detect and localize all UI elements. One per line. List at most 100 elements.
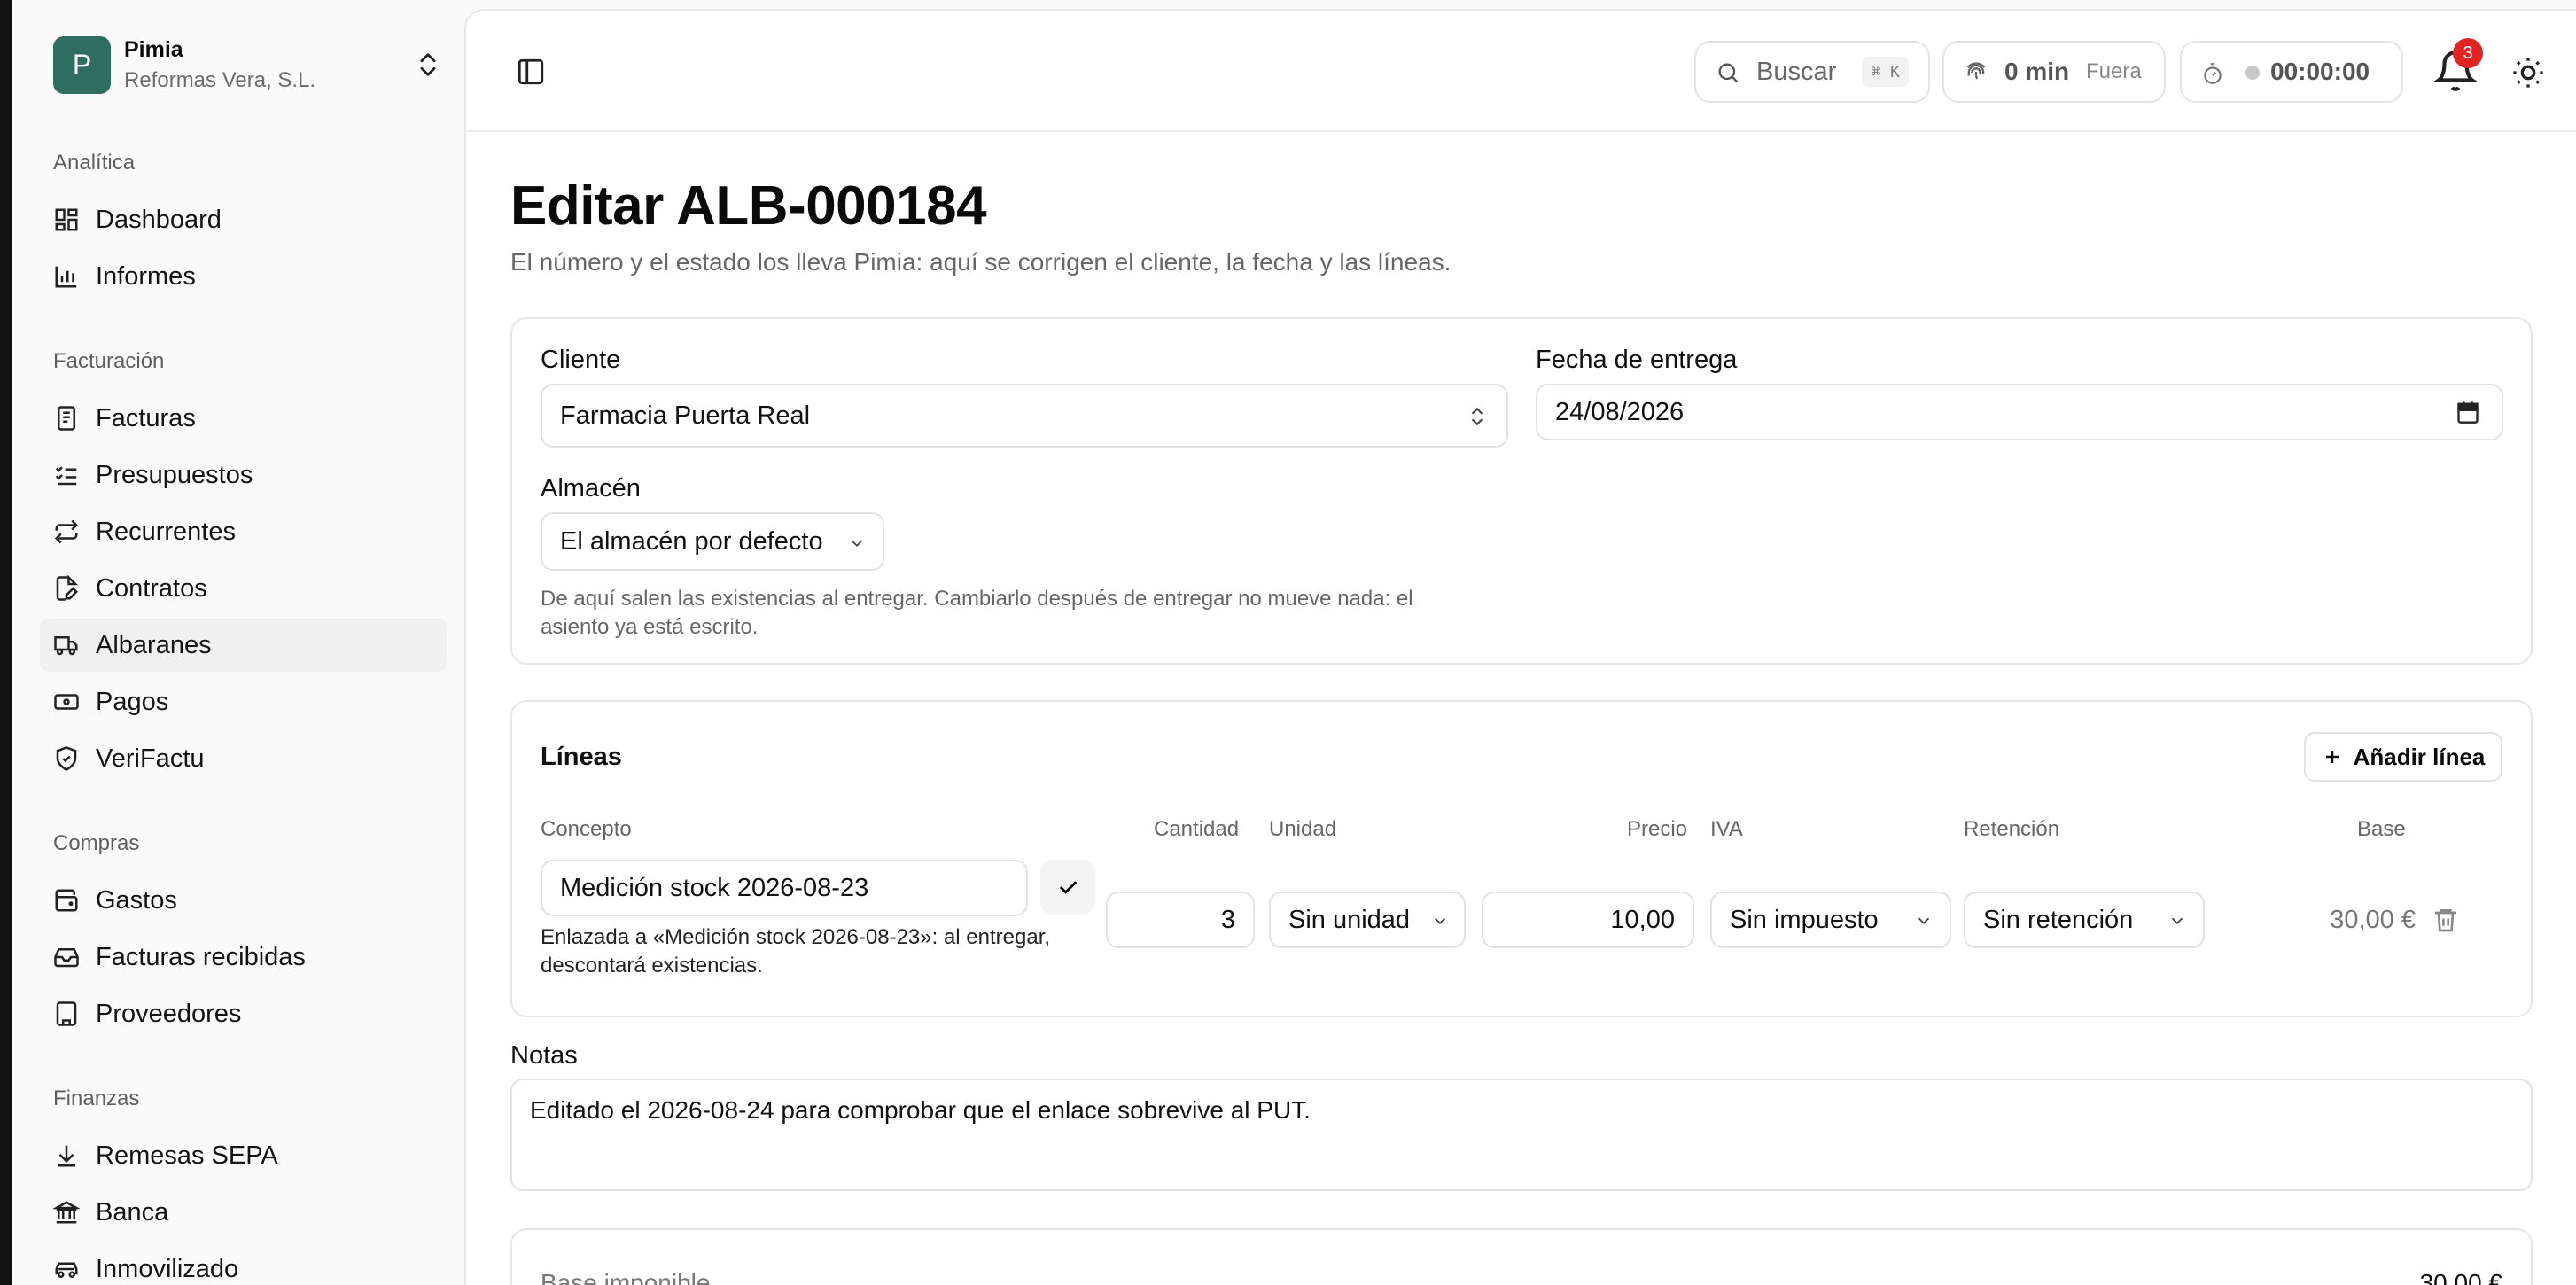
check-icon bbox=[1059, 881, 1078, 894]
date-value: 24/08/2026 bbox=[1555, 397, 1685, 426]
chevron-down-icon bbox=[1434, 917, 1446, 925]
sidebar-item-albaranes[interactable]: Albaranes bbox=[40, 619, 447, 672]
wallet-icon bbox=[55, 889, 78, 912]
search-label: Buscar bbox=[1756, 57, 1837, 86]
org-switcher[interactable]: P Pimia Reformas Vera, S.L. bbox=[53, 35, 443, 94]
sidebar-item-gastos[interactable]: Gastos bbox=[40, 874, 447, 927]
sidebar-item-label: Recurrentes bbox=[96, 517, 236, 546]
sidebar-item-informes[interactable]: Informes bbox=[40, 250, 447, 303]
sidebar-item-pagos[interactable]: Pagos bbox=[40, 675, 447, 728]
warehouse-label: Almacén bbox=[541, 474, 641, 502]
add-line-label: Añadir línea bbox=[2353, 743, 2486, 770]
trash-icon[interactable] bbox=[2432, 906, 2460, 934]
sidebar-item-remesas-sepa[interactable]: Remesas SEPA bbox=[40, 1129, 447, 1182]
sidebar-item-contratos[interactable]: Contratos bbox=[40, 562, 447, 615]
concept-input[interactable]: Medición stock 2026-08-23 bbox=[541, 860, 1028, 916]
sidebar-item-label: Facturas recibidas bbox=[96, 942, 306, 971]
vat-select[interactable]: Sin impuesto bbox=[1710, 892, 1951, 948]
notification-badge: 3 bbox=[2453, 38, 2483, 68]
search-button[interactable]: Buscar ⌘ K bbox=[1694, 41, 1930, 103]
timer-status-dot bbox=[2245, 66, 2260, 80]
search-shortcut: ⌘ K bbox=[1862, 57, 1909, 87]
sidebar-item-inmovilizado[interactable]: Inmovilizado bbox=[40, 1242, 447, 1285]
nav-group-analitica: Analítica bbox=[53, 151, 136, 175]
sidebar-item-label: Facturas bbox=[96, 403, 196, 432]
warehouse-hint-line-1: De aquí salen las existencias al entrega… bbox=[541, 587, 1413, 611]
sidebar-item-label: Pagos bbox=[96, 687, 169, 716]
vat-value: Sin impuesto bbox=[1730, 905, 1879, 934]
sidebar-item-label: Albaranes bbox=[96, 630, 212, 659]
client-label: Cliente bbox=[541, 346, 621, 374]
retention-select[interactable]: Sin retención bbox=[1964, 892, 2205, 948]
sidebar-item-label: Banca bbox=[96, 1197, 169, 1227]
sun-icon[interactable] bbox=[2510, 55, 2546, 90]
file-edit-icon bbox=[56, 575, 79, 601]
sidebar-item-presupuestos[interactable]: Presupuestos bbox=[40, 448, 447, 502]
sidebar-item-facturas-recibidas[interactable]: Facturas recibidas bbox=[40, 931, 447, 984]
main-panel: Buscar ⌘ K 0 min Fuera 00:00:00 3 Editar… bbox=[464, 9, 2576, 1285]
client-select[interactable]: Farmacia Puerta Real bbox=[541, 384, 1508, 448]
sidebar-item-label: Contratos bbox=[96, 573, 207, 603]
delivery-date-input[interactable]: 24/08/2026 bbox=[1536, 384, 2503, 440]
col-quantity: Cantidad bbox=[1154, 817, 1240, 841]
sidebar-item-recurrentes[interactable]: Recurrentes bbox=[40, 505, 447, 558]
col-retention: Retención bbox=[1964, 817, 2060, 841]
col-base: Base bbox=[2357, 817, 2406, 841]
org-avatar: P bbox=[53, 35, 111, 94]
topbar: Buscar ⌘ K 0 min Fuera 00:00:00 3 bbox=[466, 11, 2576, 132]
unit-select[interactable]: Sin unidad bbox=[1269, 892, 1466, 948]
presence-status: Fuera bbox=[2086, 59, 2142, 83]
page-subtitle: El número y el estado los lleva Pimia: a… bbox=[510, 248, 1451, 276]
sidebar-item-label: Dashboard bbox=[96, 205, 222, 234]
sidebar-item-dashboard[interactable]: Dashboard bbox=[40, 193, 447, 246]
org-company: Reformas Vera, S.L. bbox=[124, 67, 316, 92]
shield-check-icon bbox=[56, 746, 77, 771]
inbox-icon bbox=[54, 948, 79, 968]
invoice-icon bbox=[58, 406, 75, 431]
notes-textarea[interactable]: Editado el 2026-08-24 para comprobar que… bbox=[510, 1079, 2533, 1191]
sidebar-item-banca[interactable]: Banca bbox=[40, 1186, 447, 1239]
fingerprint-icon bbox=[1966, 62, 1986, 80]
unit-value: Sin unidad bbox=[1288, 905, 1411, 934]
col-vat: IVA bbox=[1710, 817, 1743, 841]
bar-chart-icon bbox=[55, 266, 77, 288]
concept-value: Medición stock 2026-08-23 bbox=[560, 873, 869, 902]
sidebar-item-verifactu[interactable]: VeriFactu bbox=[40, 732, 447, 785]
date-label: Fecha de entrega bbox=[1536, 346, 1738, 374]
sidebar-item-proveedores[interactable]: Proveedores bbox=[40, 987, 447, 1040]
page-title: Editar ALB-000184 bbox=[510, 175, 987, 237]
presence-button[interactable]: 0 min Fuera bbox=[1942, 41, 2166, 103]
warehouse-select[interactable]: El almacén por defecto bbox=[541, 512, 884, 571]
add-line-button[interactable]: Añadir línea bbox=[2304, 732, 2502, 782]
general-card: Cliente Farmacia Puerta Real Fecha de en… bbox=[510, 317, 2533, 665]
link-note-line-2: descontará existencias. bbox=[541, 954, 763, 977]
presence-time: 0 min bbox=[2004, 58, 2070, 85]
calendar-icon[interactable] bbox=[2455, 400, 2480, 424]
timer-value: 00:00:00 bbox=[2270, 58, 2370, 85]
chevrons-up-down-icon bbox=[420, 53, 436, 76]
timer-button[interactable]: 00:00:00 bbox=[2180, 41, 2403, 103]
nav-group-compras: Compras bbox=[53, 831, 140, 855]
quantity-value: 3 bbox=[1220, 905, 1235, 934]
banknote-icon bbox=[54, 694, 79, 710]
sidebar-toggle-icon[interactable] bbox=[516, 57, 546, 87]
lines-card: Líneas Añadir línea Concepto Cantidad Un… bbox=[510, 700, 2533, 1017]
sidebar-item-label: Inmovilizado bbox=[96, 1254, 239, 1283]
lines-title: Líneas bbox=[541, 743, 622, 771]
truck-icon bbox=[54, 636, 78, 656]
price-input[interactable]: 10,00 bbox=[1482, 892, 1694, 948]
window-edge bbox=[0, 0, 12, 1285]
nav-group-facturacion: Facturación bbox=[53, 349, 165, 373]
download-icon bbox=[58, 1145, 75, 1167]
sidebar-item-facturas[interactable]: Facturas bbox=[40, 392, 447, 445]
nav-group-finanzas: Finanzas bbox=[53, 1086, 140, 1110]
line-base-value: 30,00 € bbox=[2330, 906, 2416, 934]
confirm-link-button[interactable] bbox=[1040, 860, 1095, 915]
chevrons-up-down-icon bbox=[1471, 407, 1483, 426]
building-icon bbox=[56, 1001, 77, 1026]
link-note-line-1: Enlazada a «Medición stock 2026-08-23»: … bbox=[541, 925, 1051, 949]
quantity-input[interactable]: 3 bbox=[1106, 892, 1255, 948]
search-icon bbox=[1718, 63, 1739, 83]
col-price: Precio bbox=[1627, 817, 1688, 841]
sidebar-item-label: Gastos bbox=[96, 885, 177, 915]
